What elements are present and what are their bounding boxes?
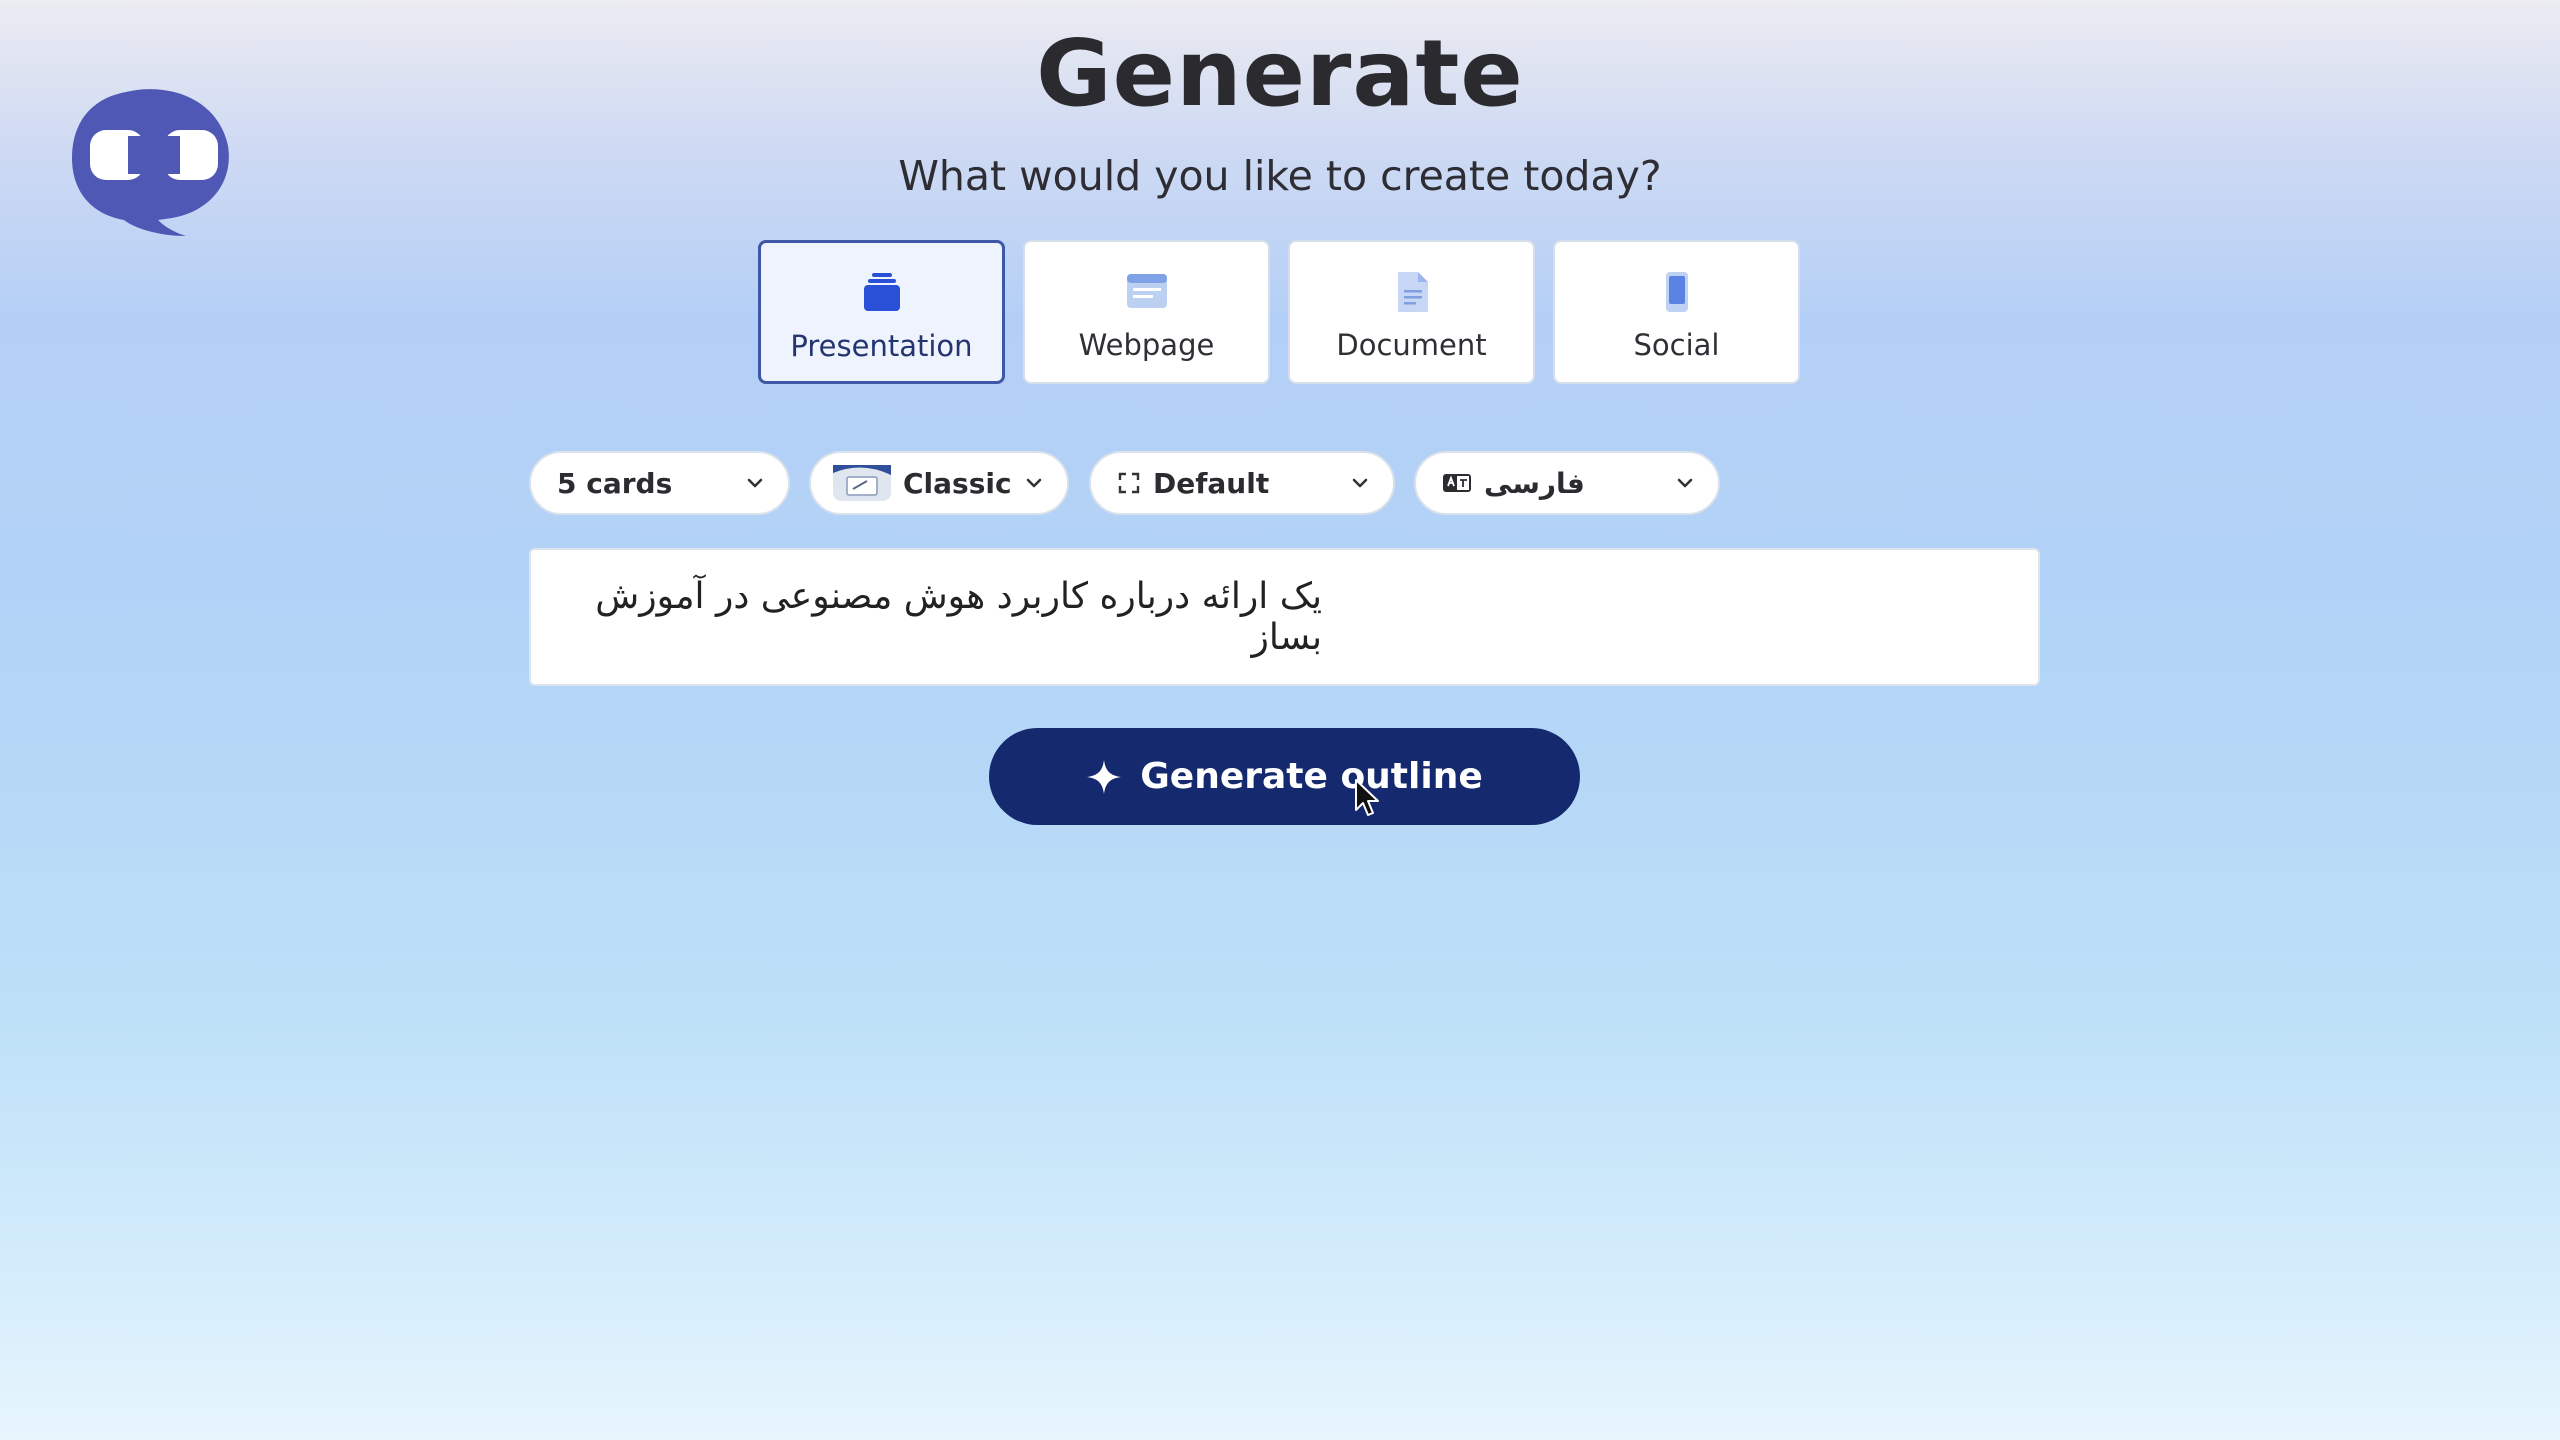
presentation-stack-icon	[858, 269, 906, 317]
expand-frame-icon	[1117, 471, 1141, 495]
mouse-cursor-icon	[1355, 779, 1379, 816]
chevron-down-icon	[1352, 478, 1368, 488]
theme-thumbnail-icon	[833, 465, 891, 501]
page-title: Generate	[1036, 20, 1524, 127]
page-size-select[interactable]: Default	[1089, 451, 1395, 515]
chevron-down-icon	[1026, 478, 1042, 488]
prompt-input-text[interactable]: یک ارائه درباره کاربرد هوش مصنوعی در آمو…	[567, 576, 1322, 658]
language-icon	[1442, 472, 1472, 494]
phone-icon	[1653, 268, 1701, 316]
theme-value: Classic	[903, 466, 1012, 500]
type-card-label: Presentation	[790, 329, 973, 363]
type-card-presentation[interactable]: Presentation	[758, 240, 1005, 384]
page-subtitle: What would you like to create today?	[898, 152, 1662, 200]
webpage-icon	[1123, 268, 1171, 316]
content-type-selector: Presentation Webpage Document Social	[758, 240, 1800, 384]
language-value: فارسی	[1484, 466, 1585, 500]
card-count-value: 5 cards	[557, 466, 673, 500]
page-size-value: Default	[1153, 466, 1270, 500]
type-card-label: Social	[1633, 328, 1720, 362]
type-card-label: Webpage	[1078, 328, 1215, 362]
chevron-down-icon	[1677, 478, 1693, 488]
generate-outline-button[interactable]: Generate outline	[989, 728, 1580, 825]
chevron-down-icon	[747, 478, 763, 488]
language-select[interactable]: فارسی	[1414, 451, 1720, 515]
generate-outline-label: Generate outline	[1140, 756, 1483, 797]
theme-select[interactable]: Classic	[809, 451, 1069, 515]
sparkle-icon	[1087, 759, 1122, 794]
document-icon	[1388, 268, 1436, 316]
type-card-document[interactable]: Document	[1288, 240, 1535, 384]
type-card-label: Document	[1336, 328, 1487, 362]
prompt-input[interactable]: یک ارائه درباره کاربرد هوش مصنوعی در آمو…	[529, 548, 2040, 686]
card-count-select[interactable]: 5 cards	[529, 451, 790, 515]
type-card-webpage[interactable]: Webpage	[1023, 240, 1270, 384]
type-card-social[interactable]: Social	[1553, 240, 1800, 384]
